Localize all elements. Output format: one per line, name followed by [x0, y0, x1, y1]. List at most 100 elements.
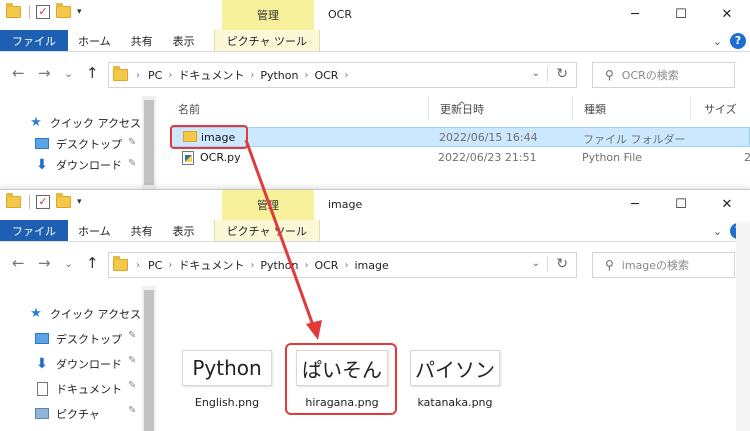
breadcrumb-item[interactable]: Python	[260, 69, 298, 82]
tab-view[interactable]: 表示	[163, 30, 205, 51]
column-headers: ^ 名前 更新日時 種類 サイズ	[160, 96, 750, 120]
column-divider[interactable]	[690, 96, 691, 120]
new-folder-icon[interactable]	[56, 193, 71, 208]
column-header-size[interactable]: サイズ	[704, 101, 737, 117]
properties-icon[interactable]: ✓	[36, 5, 50, 19]
breadcrumb-item[interactable]: ドキュメント	[178, 67, 244, 83]
search-input[interactable]: ⚲ imageの検索	[592, 252, 735, 278]
folder-icon	[6, 3, 21, 18]
refresh-icon[interactable]: ↻	[547, 256, 568, 272]
pin-icon: ✎	[128, 158, 137, 169]
tab-view[interactable]: 表示	[163, 220, 205, 241]
up-icon[interactable]: ↑	[86, 64, 99, 82]
address-bar[interactable]: › PC › ドキュメント › Python › OCR › ⌄ ↻	[108, 62, 577, 88]
tab-file[interactable]: ファイル	[0, 30, 68, 51]
back-icon[interactable]: ←	[12, 64, 25, 82]
content-scrollbar[interactable]	[736, 222, 750, 431]
column-header-type[interactable]: 種類	[584, 101, 606, 117]
back-icon[interactable]: ←	[12, 254, 25, 272]
nav-label: ドキュメント	[56, 382, 122, 396]
breadcrumb-item[interactable]: ドキュメント	[178, 257, 244, 273]
breadcrumb-item[interactable]: OCR	[314, 69, 338, 82]
breadcrumb-item[interactable]: PC	[148, 69, 162, 82]
tab-home[interactable]: ホーム	[68, 220, 121, 241]
tab-share[interactable]: 共有	[121, 30, 163, 51]
breadcrumb-item[interactable]: PC	[148, 259, 162, 272]
address-dropdown-icon[interactable]: ⌄	[532, 258, 540, 269]
quick-access-toolbar: ✓ ▾	[6, 3, 82, 19]
minimize-icon[interactable]: ─	[612, 190, 658, 218]
new-folder-icon[interactable]	[56, 3, 71, 18]
customize-toolbar-icon[interactable]: ▾	[77, 197, 82, 207]
refresh-icon[interactable]: ↻	[547, 66, 568, 82]
nav-label: クイック アクセス	[50, 116, 141, 130]
nav-item-downloads[interactable]: ⬇ ダウンロード ✎	[0, 351, 160, 376]
highlight-image-folder	[170, 125, 248, 149]
breadcrumb-separator: ›	[304, 69, 309, 81]
file-row-ocr-py[interactable]: OCR.py 2022/06/23 21:51 Python File 2	[170, 148, 750, 168]
folder-icon	[113, 66, 128, 81]
tab-picture-tools[interactable]: ピクチャ ツール	[213, 30, 321, 51]
window-controls: ─ ☐ ✕	[612, 0, 750, 28]
toolbar-separator	[29, 5, 30, 19]
column-divider[interactable]	[428, 96, 429, 120]
tab-picture-tools[interactable]: ピクチャ ツール	[213, 220, 321, 241]
maximize-icon[interactable]: ☐	[658, 0, 704, 28]
address-dropdown-icon[interactable]: ⌄	[532, 68, 540, 79]
manage-tab[interactable]: 管理	[222, 190, 314, 220]
column-divider[interactable]	[572, 96, 573, 120]
customize-toolbar-icon[interactable]: ▾	[77, 7, 82, 17]
manage-tab[interactable]: 管理	[222, 0, 314, 30]
column-header-name[interactable]: 名前	[178, 101, 200, 117]
breadcrumb-separator: ›	[168, 259, 173, 271]
help-icon[interactable]: ?	[730, 33, 746, 49]
forward-icon[interactable]: →	[38, 64, 51, 82]
column-header-date[interactable]: 更新日時	[440, 101, 484, 117]
thumbnail-katanaka-png[interactable]: パイソン katanaka.png	[410, 350, 500, 409]
window-title: image	[328, 198, 363, 211]
search-input[interactable]: ⚲ OCRの検索	[592, 62, 735, 88]
up-icon[interactable]: ↑	[86, 254, 99, 272]
expand-ribbon-icon[interactable]: ⌄	[713, 225, 722, 238]
nav-item-pictures[interactable]: ピクチャ ✎	[0, 401, 160, 426]
nav-scrollbar-thumb[interactable]	[144, 100, 154, 185]
file-type: Python File	[582, 151, 643, 164]
properties-icon[interactable]: ✓	[36, 195, 50, 209]
thumbnail-image: Python	[182, 350, 272, 386]
nav-item-desktop[interactable]: デスクトップ ✎	[0, 133, 160, 154]
nav-item-quick-access[interactable]: ★ クイック アクセス	[0, 112, 160, 133]
nav-item-quick-access[interactable]: ★ クイック アクセス	[0, 301, 160, 326]
tab-home[interactable]: ホーム	[68, 30, 121, 51]
breadcrumb-separator: ›	[344, 259, 349, 271]
nav-item-desktop[interactable]: デスクトップ ✎	[0, 326, 160, 351]
recent-locations-icon[interactable]: ⌄	[64, 257, 73, 270]
navigation-pane: ★ クイック アクセス デスクトップ ✎ ⬇ ダウンロード ✎	[0, 112, 160, 175]
file-row-image[interactable]: image 2022/06/15 16:44 ファイル フォルダー	[170, 127, 750, 147]
recent-locations-icon[interactable]: ⌄	[64, 67, 73, 80]
nav-item-documents[interactable]: ドキュメント ✎	[0, 376, 160, 401]
close-icon[interactable]: ✕	[704, 190, 750, 218]
tab-file[interactable]: ファイル	[0, 220, 68, 241]
ribbon-tabs: ファイル ホーム 共有 表示 ピクチャ ツール ⌄ ?	[0, 30, 750, 52]
maximize-icon[interactable]: ☐	[658, 190, 704, 218]
thumbnail-caption: English.png	[194, 396, 260, 409]
minimize-icon[interactable]: ─	[612, 0, 658, 28]
breadcrumb-item[interactable]: image	[354, 259, 388, 272]
tab-share[interactable]: 共有	[121, 220, 163, 241]
forward-icon[interactable]: →	[38, 254, 51, 272]
expand-ribbon-icon[interactable]: ⌄	[713, 35, 722, 48]
thumbnail-caption: katanaka.png	[417, 396, 493, 409]
thumbnail-english-png[interactable]: Python English.png	[182, 350, 272, 409]
nav-item-downloads[interactable]: ⬇ ダウンロード ✎	[0, 154, 160, 175]
title-bar: ✓ ▾ 管理 image ─ ☐ ✕	[0, 190, 750, 220]
close-icon[interactable]: ✕	[704, 0, 750, 28]
nav-label: デスクトップ	[56, 332, 122, 346]
folder-icon	[113, 256, 128, 271]
address-bar[interactable]: › PC › ドキュメント › Python › OCR › image ⌄ ↻	[108, 252, 577, 278]
breadcrumb-item[interactable]: OCR	[314, 259, 338, 272]
nav-scrollbar-thumb[interactable]	[144, 290, 154, 431]
navigation-pane: ★ クイック アクセス デスクトップ ✎ ⬇ ダウンロード ✎ ドキュメント ✎…	[0, 301, 160, 426]
breadcrumb-item[interactable]: Python	[260, 259, 298, 272]
explorer-window-ocr: ✓ ▾ 管理 OCR ─ ☐ ✕ ファイル ホーム 共有 表示 ピクチャ ツール…	[0, 0, 750, 189]
star-icon: ★	[30, 306, 42, 321]
